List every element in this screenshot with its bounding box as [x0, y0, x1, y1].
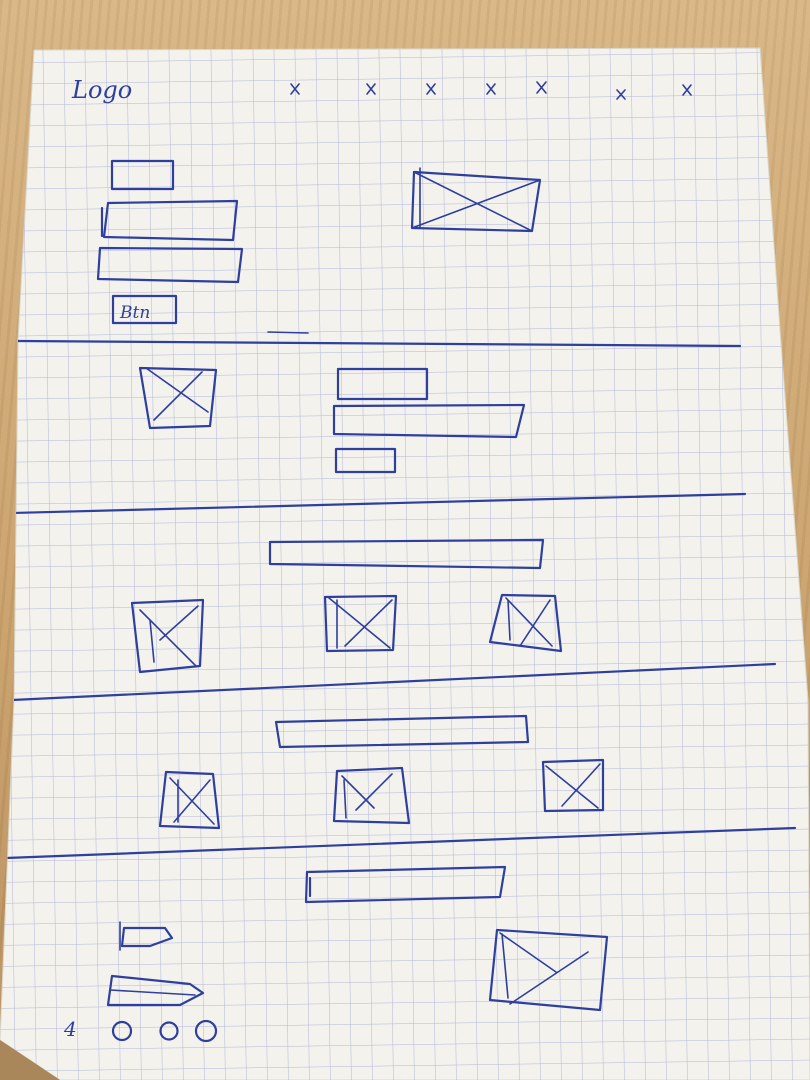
hero-button-label: Btn: [119, 303, 150, 323]
sketch-canvas: Logo Btn 4: [0, 47, 810, 1080]
divider-accent: [267, 331, 309, 334]
logo-text: Logo: [71, 76, 132, 104]
pagination-number: 4: [63, 1017, 77, 1041]
wireframe-sketch-paper: Logo Btn 4: [0, 0, 810, 1080]
